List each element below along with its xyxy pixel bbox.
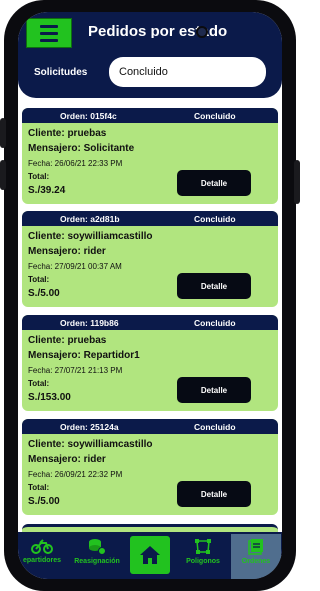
status-filter-input[interactable] xyxy=(109,57,266,87)
filter-label: Solicitudes xyxy=(34,67,88,78)
order-date: Fecha: 27/07/21 21:13 PM xyxy=(28,366,123,375)
order-total: S./153.00 xyxy=(28,392,71,403)
order-id: Orden: a2d81b xyxy=(60,214,120,224)
coins-icon xyxy=(89,539,106,555)
order-date: Fecha: 26/06/21 22:33 PM xyxy=(28,159,123,168)
front-camera xyxy=(196,26,208,38)
phone-power-button xyxy=(294,160,300,204)
nav-repartidores[interactable]: epartidores xyxy=(18,532,66,579)
nav-poligonos-label: Poligonos xyxy=(186,558,220,565)
menu-button[interactable] xyxy=(26,18,72,48)
order-date: Fecha: 27/09/21 00:37 AM xyxy=(28,262,122,271)
nav-poligonos[interactable]: Poligonos xyxy=(176,532,230,579)
order-client: Cliente: pruebas xyxy=(28,335,107,346)
order-card-header: Orden: a2d81b Concluido xyxy=(22,211,278,226)
home-button[interactable] xyxy=(130,536,170,574)
detail-button[interactable]: Detalle xyxy=(177,273,251,299)
order-courier: Mensajero: rider xyxy=(28,454,106,465)
nav-reasignacion-label: Reasignación xyxy=(74,558,120,565)
detail-button[interactable]: Detalle xyxy=(177,377,251,403)
motorcycle-icon xyxy=(31,539,53,554)
nav-reasignacion[interactable]: Reasignación xyxy=(70,532,124,579)
order-total-label: Total: xyxy=(28,379,50,388)
phone-volume-down xyxy=(0,160,6,190)
order-client: Cliente: soywilliamcastillo xyxy=(28,231,153,242)
order-total-label: Total: xyxy=(28,483,50,492)
order-status: Concluido xyxy=(194,111,236,121)
order-status: Concluido xyxy=(194,318,236,328)
nav-ordenes-label: Ordenes xyxy=(241,558,271,565)
order-id: Orden: 015f4c xyxy=(60,111,117,121)
order-card-header: Orden: 015f4c Concluido xyxy=(22,108,278,123)
order-card: Orden: a2d81b Concluido Cliente: soywill… xyxy=(22,211,278,307)
order-total: S./5.00 xyxy=(28,288,60,299)
orders-list-icon xyxy=(248,539,263,555)
order-courier: Mensajero: Repartidor1 xyxy=(28,350,140,361)
detail-button[interactable]: Detalle xyxy=(177,481,251,507)
order-id: Orden: 25124a xyxy=(60,422,119,432)
phone-volume-up xyxy=(0,118,6,148)
app-screen: Pedidos por estado Solicitudes Orden: 01… xyxy=(18,12,282,579)
order-id: Orden: 119b86 xyxy=(60,318,119,328)
detail-button[interactable]: Detalle xyxy=(177,170,251,196)
order-date: Fecha: 26/09/21 22:32 PM xyxy=(28,470,123,479)
order-total-label: Total: xyxy=(28,172,50,181)
order-status: Concluido xyxy=(194,422,236,432)
order-total: S./39.24 xyxy=(28,185,66,196)
hamburger-icon-line xyxy=(40,38,58,42)
hamburger-icon xyxy=(40,24,58,28)
order-courier: Mensajero: Solicitante xyxy=(28,143,135,154)
order-courier: Mensajero: rider xyxy=(28,246,106,257)
order-total: S./5.00 xyxy=(28,496,60,507)
page-title: Pedidos por estado xyxy=(88,24,228,38)
polygon-icon xyxy=(195,539,211,554)
nav-repartidores-label: epartidores xyxy=(22,557,62,564)
nav-ordenes[interactable]: Ordenes xyxy=(231,532,281,579)
order-card: Orden: 25124a Concluido Cliente: soywill… xyxy=(22,419,278,515)
order-card: Orden: 119b86 Concluido Cliente: pruebas… xyxy=(22,315,278,411)
order-card-header: Orden: 119b86 Concluido xyxy=(22,315,278,330)
order-card-header: Orden: 25124a Concluido xyxy=(22,419,278,434)
app-header: Pedidos por estado Solicitudes xyxy=(18,12,282,98)
home-icon xyxy=(140,546,160,564)
order-client: Cliente: soywilliamcastillo xyxy=(28,439,153,450)
order-status: Concluido xyxy=(194,214,236,224)
order-total-label: Total: xyxy=(28,275,50,284)
order-card: Orden: 015f4c Concluido Cliente: pruebas… xyxy=(22,108,278,204)
hamburger-icon-line xyxy=(40,31,58,35)
order-client: Cliente: pruebas xyxy=(28,128,107,139)
